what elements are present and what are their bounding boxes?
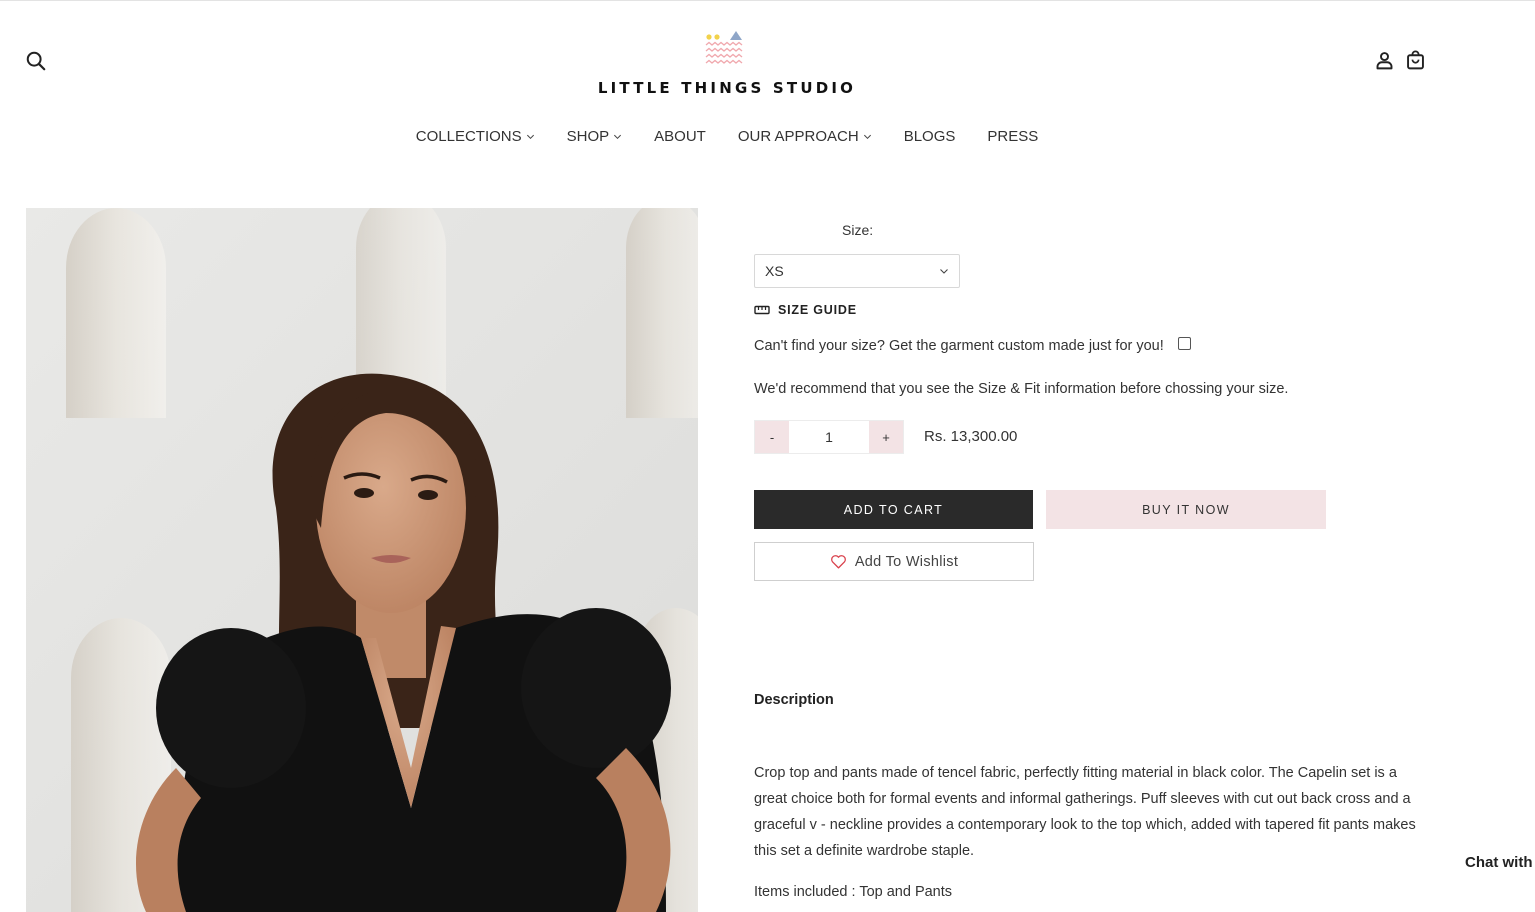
description-title: Description	[754, 692, 834, 708]
description-body: Crop top and pants made of tencel fabric…	[754, 765, 1416, 859]
nav-item-label: COLLECTIONS	[415, 128, 522, 145]
size-select[interactable]: XS	[754, 254, 960, 288]
custom-size-row: Can't find your size? Get the garment cu…	[754, 336, 1191, 354]
nav-item-about[interactable]: ABOUT	[654, 128, 706, 145]
qty-plus-button[interactable]: +	[869, 421, 903, 453]
qty-input[interactable]: 1	[789, 421, 869, 453]
nav-item-label: OUR APPROACH	[737, 128, 859, 145]
nav-item-label: PRESS	[987, 128, 1039, 145]
nav-item-blogs[interactable]: BLOGS	[904, 128, 956, 145]
product-image[interactable]	[26, 208, 698, 912]
quantity-stepper: - 1 +	[754, 420, 904, 454]
size-recommendation: We'd recommend that you see the Size & F…	[754, 381, 1289, 397]
chevron-down-icon	[863, 134, 871, 140]
nav-item-press[interactable]: PRESS	[987, 128, 1038, 145]
add-to-cart-button[interactable]: ADD TO CART	[754, 490, 1033, 529]
product-price: Rs. 13,300.00	[924, 428, 1018, 445]
search-icon[interactable]	[25, 50, 47, 72]
nav-item-label: BLOGS	[903, 128, 956, 145]
chevron-down-icon	[526, 134, 534, 140]
nav-item-shop[interactable]: SHOP	[567, 128, 623, 145]
custom-size-checkbox[interactable]	[1177, 336, 1191, 350]
wishlist-label: Add To Wishlist	[854, 553, 959, 570]
add-to-wishlist-button[interactable]: Add To Wishlist	[754, 542, 1034, 581]
nav-item-label: ABOUT	[654, 128, 706, 145]
nav-item-label: SHOP	[566, 128, 610, 145]
size-label: Size:	[842, 222, 874, 238]
qty-minus-button[interactable]: -	[755, 421, 789, 453]
custom-size-text: Can't find your size? Get the garment cu…	[754, 338, 1164, 354]
heart-icon	[830, 555, 846, 569]
size-guide-label: SIZE GUIDE	[778, 303, 857, 317]
chat-widget-button[interactable]: Chat with	[1465, 854, 1533, 871]
chevron-down-icon	[614, 134, 622, 140]
brand-name[interactable]: LITTLE THINGS STUDIO	[0, 79, 1454, 97]
items-included: Items included : Top and Pants	[754, 884, 953, 900]
account-icon[interactable]	[1374, 50, 1395, 71]
brand-logo-mark[interactable]	[703, 29, 745, 69]
size-guide-link[interactable]: SIZE GUIDE	[754, 303, 857, 317]
main-nav: COLLECTIONS SHOP ABOUT OUR APPROACH BLOG…	[0, 128, 1454, 145]
cart-icon[interactable]	[1405, 50, 1426, 71]
ruler-icon	[754, 305, 770, 315]
nav-item-collections[interactable]: COLLECTIONS	[416, 128, 535, 145]
chevron-down-icon	[940, 269, 948, 274]
buy-now-button[interactable]: BUY IT NOW	[1046, 490, 1326, 529]
size-select-value: XS	[765, 263, 784, 279]
nav-item-our-approach[interactable]: OUR APPROACH	[738, 128, 872, 145]
